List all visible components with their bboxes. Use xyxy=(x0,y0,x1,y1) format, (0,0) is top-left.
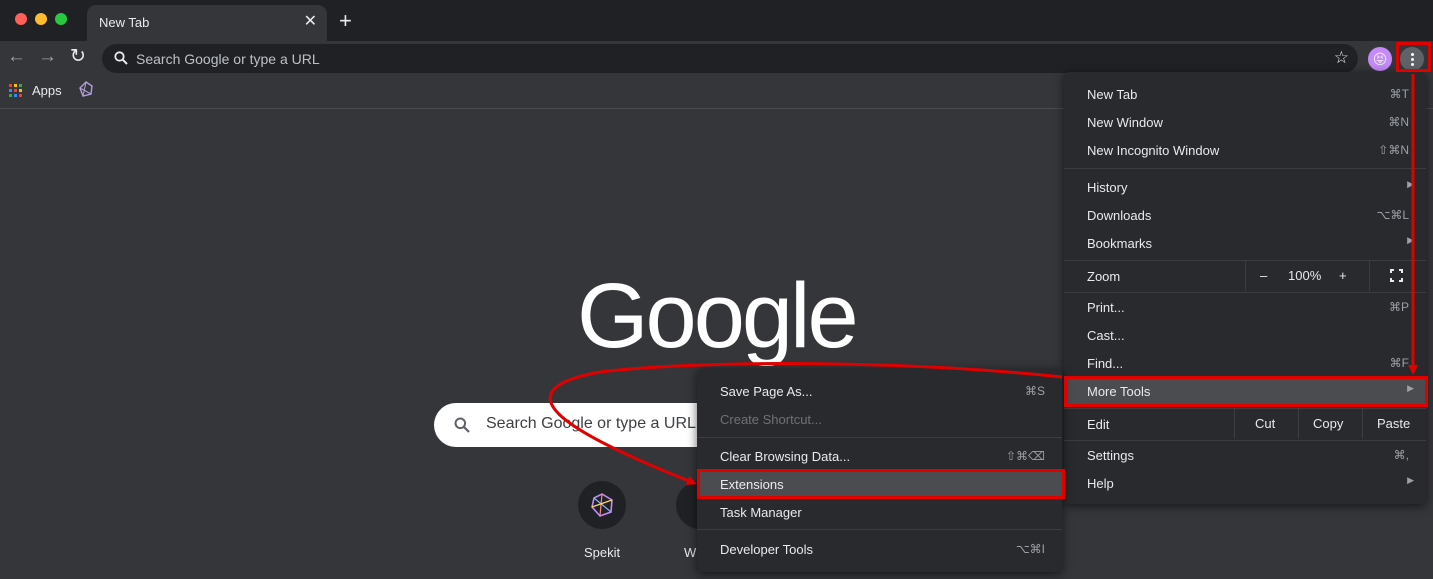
browser-window: New Tab ✕ + ← → ↻ Search Google or type … xyxy=(0,0,1433,579)
annotation-arrow-to-extensions xyxy=(548,362,1063,486)
annotation-arrows xyxy=(548,74,1418,486)
